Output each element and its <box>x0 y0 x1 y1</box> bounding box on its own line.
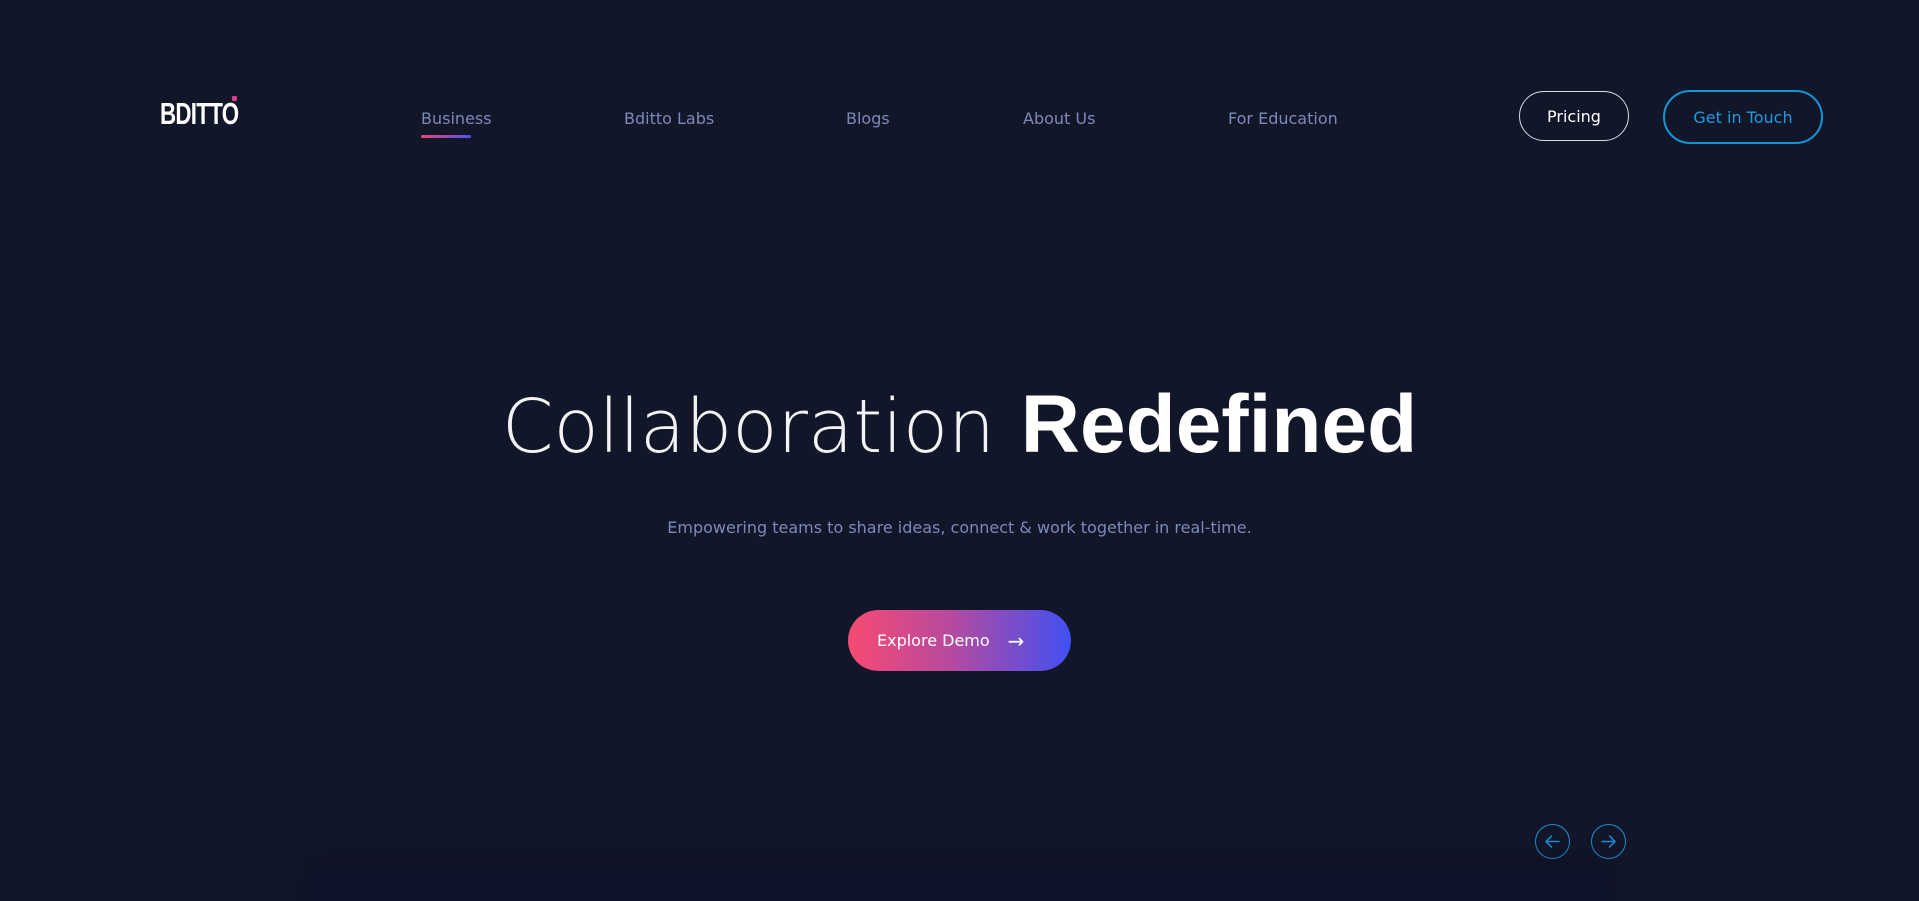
content-preview-panel <box>308 866 1608 901</box>
hero-title-bold: Redefined <box>1020 379 1418 470</box>
nav-item-blogs[interactable]: Blogs <box>846 109 890 128</box>
nav-item-for-education[interactable]: For Education <box>1228 109 1338 128</box>
logo-accent-dot <box>232 96 237 101</box>
hero-title-light: Collaboration <box>501 384 996 470</box>
hero-title: Collaboration Redefined <box>0 379 1919 470</box>
nav-item-about-us[interactable]: About Us <box>1023 109 1095 128</box>
arrow-left-icon <box>1545 835 1560 848</box>
arrow-right-icon <box>1601 835 1616 848</box>
pricing-button[interactable]: Pricing <box>1519 91 1629 141</box>
explore-demo-label: Explore Demo <box>877 631 990 650</box>
arrow-right-icon: → <box>1007 628 1025 653</box>
carousel-next-button[interactable] <box>1591 824 1626 859</box>
hero-subtitle: Empowering teams to share ideas, connect… <box>667 518 1252 537</box>
nav-item-business[interactable]: Business <box>421 109 492 128</box>
explore-demo-button[interactable]: Explore Demo → <box>848 610 1071 671</box>
landing-page: BDITTO Business Bditto Labs Blogs About … <box>0 0 1919 901</box>
get-in-touch-button[interactable]: Get in Touch <box>1663 90 1823 144</box>
bditto-logo[interactable]: BDITTO <box>160 98 239 129</box>
active-nav-indicator <box>421 135 471 138</box>
carousel-prev-button[interactable] <box>1535 824 1570 859</box>
nav-item-bditto-labs[interactable]: Bditto Labs <box>624 109 714 128</box>
